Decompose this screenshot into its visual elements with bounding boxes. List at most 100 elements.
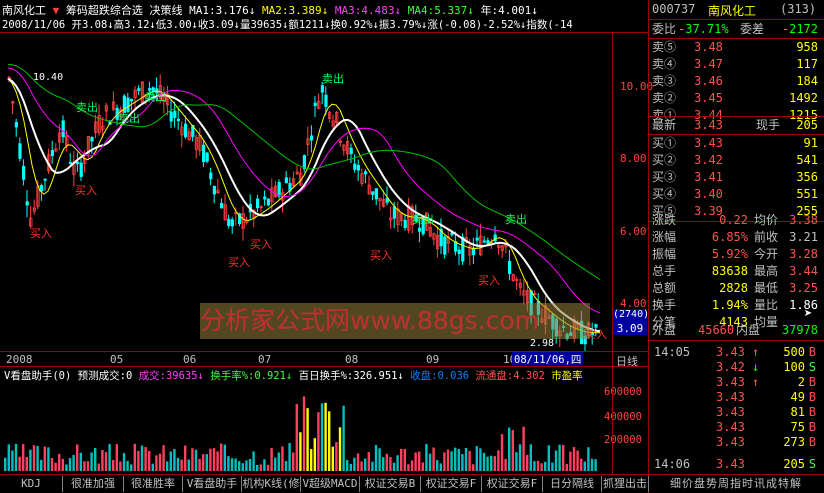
- ma2-value: MA2:3.389↓: [261, 4, 329, 17]
- tab-quan-zheng-f2[interactable]: 权证交易F: [482, 476, 543, 492]
- candle-body: [79, 162, 83, 177]
- high-price-label: 10.40: [33, 72, 64, 83]
- candle-body: [176, 118, 180, 122]
- candle-body: [392, 206, 397, 219]
- volume-bar: [270, 447, 273, 471]
- volume-bar: [526, 454, 529, 471]
- volume-bar: [569, 451, 572, 471]
- volume-bar: [216, 451, 219, 471]
- ask-label: 卖③: [652, 74, 677, 88]
- bid-row[interactable]: 买③ 3.41 356: [650, 169, 822, 186]
- tab-ji-gou-k[interactable]: 机构K线(修: [242, 476, 301, 492]
- waipan-value: 45660: [698, 323, 735, 337]
- waipan-row: 外盘 45660 内盘 37978: [650, 322, 822, 339]
- tick-volume: 75: [790, 420, 805, 434]
- volume-bar: [119, 461, 122, 471]
- tab-ri-fen-ge[interactable]: 日分隔线: [543, 476, 602, 492]
- volume-bar: [72, 455, 75, 471]
- ask-price: 3.45: [694, 91, 723, 105]
- dropdown-arrow-icon[interactable]: ▼: [53, 4, 60, 17]
- volume-bar: [97, 463, 100, 471]
- ask-row[interactable]: 卖③ 3.46 184: [650, 73, 822, 90]
- stat-value: 2828: [719, 281, 748, 295]
- tab-zhua-li[interactable]: 抓狸出击: [602, 476, 649, 492]
- price-box-current: 3.09: [613, 322, 647, 335]
- buy-signal: 买入: [30, 227, 52, 240]
- sell-signal: 卖出: [145, 89, 167, 103]
- volume-bar: [43, 446, 46, 471]
- volume-bar: [191, 448, 194, 471]
- volume-bar: [580, 458, 583, 471]
- bid-row[interactable]: 买① 3.43 91: [650, 135, 822, 152]
- date-axis-label: 09: [426, 353, 440, 366]
- ask-row[interactable]: 卖② 3.45 1492: [650, 90, 822, 107]
- stock-name[interactable]: 南风化工: [2, 4, 46, 17]
- volume-bar: [418, 451, 421, 471]
- volume-bar: [439, 463, 442, 471]
- tab-v-kan-pan[interactable]: V看盘助手: [183, 476, 242, 492]
- candle-body: [371, 191, 375, 195]
- ask-volume: 184: [796, 74, 818, 88]
- candle-body: [263, 196, 267, 200]
- weibi-label: 委比: [652, 22, 677, 36]
- volume-bar: [245, 460, 248, 471]
- right-panel-tabs[interactable]: 细价盘势周指时讯成特解: [650, 476, 822, 492]
- volume-bar: [320, 403, 324, 471]
- bid-row[interactable]: 买② 3.42 541: [650, 152, 822, 169]
- volume-bar: [36, 445, 39, 471]
- stat-label: 量比: [754, 298, 779, 312]
- latest-row: 最新 3.43 现手 205: [650, 117, 822, 134]
- weibi-value: -37.71%: [678, 22, 729, 36]
- weibi-row: 委比 -37.71% 委差 -2172: [650, 21, 822, 38]
- bid-price: 3.41: [694, 170, 723, 184]
- volume-bar: [241, 463, 244, 471]
- volume-bar: [112, 459, 115, 471]
- candle-body: [284, 177, 289, 184]
- volume-bar: [184, 445, 187, 471]
- volume-bar: [457, 448, 460, 471]
- tick-arrow: ↓: [752, 360, 760, 374]
- volume-bar: [212, 448, 216, 471]
- volume-bar: [7, 444, 10, 471]
- volume-bar: [32, 445, 36, 471]
- candle-body: [209, 172, 213, 180]
- volume-bar: [356, 453, 360, 471]
- tab-hen-zhun-sheng-lv[interactable]: 很准胜率: [124, 476, 183, 492]
- stat-label: 涨幅: [652, 230, 677, 244]
- volume-bar: [158, 453, 162, 471]
- volume-bar: [364, 458, 367, 471]
- candle-body: [471, 247, 476, 256]
- tab-v-macd[interactable]: V超级MACD: [301, 476, 360, 492]
- volume-bar: [238, 461, 241, 471]
- bid-row[interactable]: 买④ 3.40 551: [650, 186, 822, 203]
- volume-bar: [497, 450, 500, 471]
- tick-row: 14:05 3.43 ↑ 500 B: [650, 345, 822, 360]
- tab-quan-zheng-b[interactable]: 权证交易B: [360, 476, 421, 492]
- ask-row[interactable]: 卖④ 3.47 117: [650, 56, 822, 73]
- volume-bar: [367, 452, 370, 471]
- tab-quan-zheng-f1[interactable]: 权证交易F: [421, 476, 482, 492]
- volume-bar: [144, 447, 147, 471]
- waipan-label: 外盘: [652, 323, 677, 337]
- volume-chart[interactable]: [0, 381, 612, 473]
- formula-name[interactable]: 筹码超跌综合选: [66, 4, 143, 17]
- ask-row[interactable]: 卖⑤ 3.48 958: [650, 39, 822, 56]
- latest-price: 3.43: [694, 118, 723, 132]
- weicha-value: -2172: [781, 22, 818, 36]
- volume-bar: [565, 463, 568, 471]
- tick-volume: 2: [797, 375, 805, 389]
- bid-label: 买①: [652, 136, 677, 150]
- tab-kdj[interactable]: KDJ: [0, 476, 63, 492]
- tab-hen-zhun-jia-qiang[interactable]: 很准加强: [63, 476, 124, 492]
- volume-bar: [310, 449, 313, 471]
- volume-bar: [385, 453, 388, 471]
- stat-label: 均价: [754, 213, 779, 227]
- candle-body: [266, 198, 271, 206]
- volume-bar: [169, 451, 172, 471]
- volume-bar: [90, 452, 93, 471]
- volume-bar: [554, 450, 558, 471]
- volume-bar: [248, 458, 252, 471]
- ask-volume: 958: [796, 40, 818, 54]
- tick-price: 3.43: [716, 405, 745, 419]
- tick-price: 3.43: [716, 457, 745, 471]
